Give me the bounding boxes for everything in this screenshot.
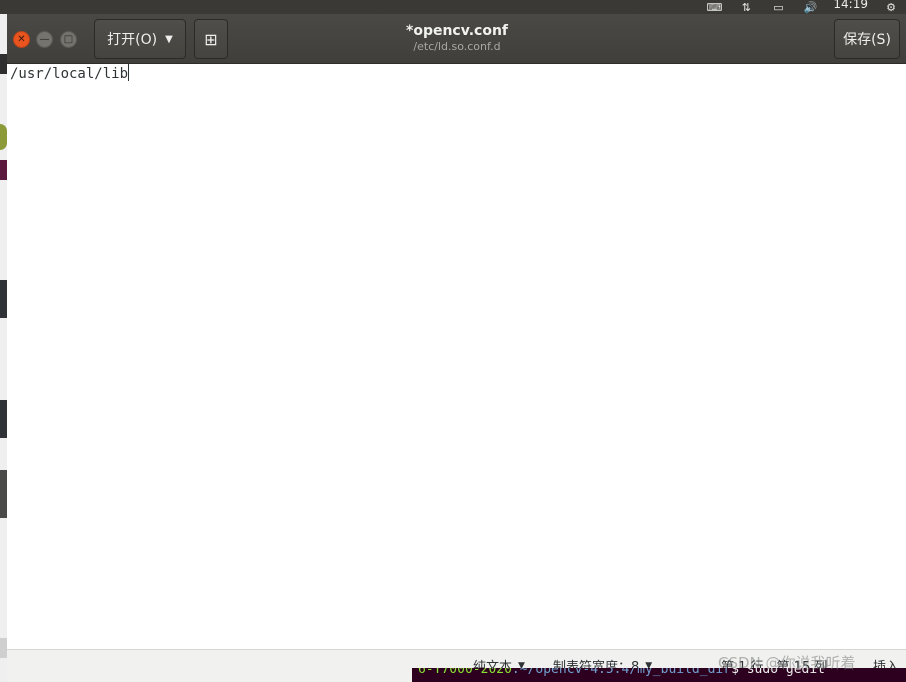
window-subtitle: /etc/ld.so.conf.d (413, 40, 501, 53)
watermark: CSDN @你说我听着 (718, 654, 856, 672)
chevron-down-icon: ▼ (165, 33, 173, 45)
battery-icon[interactable]: ▭ (769, 1, 787, 14)
save-button-label: 保存(S) (843, 32, 891, 48)
background-window-edge (0, 14, 7, 682)
editor-line-text: /usr/local/lib (10, 66, 129, 82)
bg-fragment (0, 160, 7, 180)
window-title: *opencv.conf (406, 23, 508, 39)
open-button[interactable]: 打开(O) ▼ (94, 19, 186, 59)
desktop-screen: ⌨ ⇅ ▭ 🔊 14:19 ⚙ ✕ — □ 打开(O) ▼ ⊞ *opencv.… (0, 0, 906, 682)
window-title-box: *opencv.conf /etc/ld.so.conf.d (307, 23, 607, 54)
system-top-panel: ⌨ ⇅ ▭ 🔊 14:19 ⚙ (0, 0, 906, 14)
new-document-button[interactable]: ⊞ (194, 19, 228, 59)
maximize-icon[interactable]: □ (60, 31, 77, 48)
network-icon[interactable]: ⇅ (737, 1, 755, 14)
bg-fragment (0, 470, 7, 518)
volume-icon[interactable]: 🔊 (801, 1, 819, 14)
new-document-icon: ⊞ (204, 29, 218, 49)
text-editor-area[interactable]: /usr/local/lib (7, 64, 906, 649)
text-cursor (128, 64, 130, 81)
minimize-icon[interactable]: — (36, 31, 53, 48)
window-headerbar: ✕ — □ 打开(O) ▼ ⊞ *opencv.conf /etc/ld.so.… (7, 14, 906, 64)
terminal-user: 6-Y7000-2020 (418, 668, 512, 677)
keyboard-icon[interactable]: ⌨ (705, 1, 723, 14)
terminal-path: :~/opencv-4.5.4/my_build_dir (511, 668, 732, 677)
bg-fragment (0, 638, 7, 658)
bg-fragment (0, 400, 7, 438)
system-tray: ⌨ ⇅ ▭ 🔊 14:19 ⚙ (705, 0, 906, 14)
bg-fragment (0, 124, 7, 150)
close-icon[interactable]: ✕ (13, 31, 30, 48)
bg-fragment (0, 280, 7, 318)
settings-gear-icon[interactable]: ⚙ (882, 1, 900, 14)
open-button-label: 打开(O) (107, 32, 158, 48)
save-button[interactable]: 保存(S) (834, 19, 900, 59)
gedit-window: ✕ — □ 打开(O) ▼ ⊞ *opencv.conf /etc/ld.so.… (7, 14, 906, 682)
clock[interactable]: 14:19 (833, 0, 868, 10)
bg-fragment (0, 54, 7, 74)
editor-line[interactable]: /usr/local/lib (10, 64, 130, 83)
